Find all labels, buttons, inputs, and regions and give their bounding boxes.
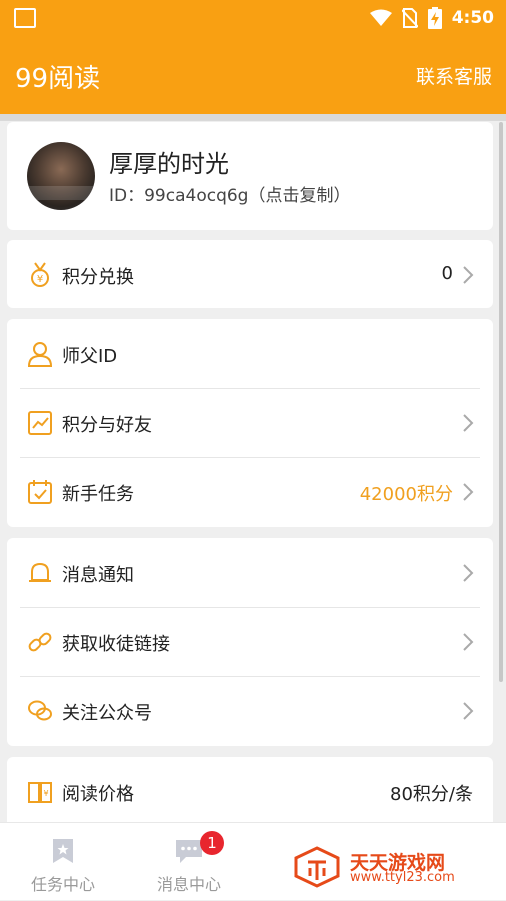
account-group-card: 师父ID 积分与好友 新手任务 42000积分 [7, 319, 493, 527]
bell-icon [29, 562, 51, 582]
scrollbar[interactable] [499, 122, 503, 682]
tab-label: 任务中心 [30, 875, 95, 894]
contact-service-button[interactable]: 联系客服 [416, 62, 492, 89]
points-exchange-value: 0 [441, 263, 453, 284]
watermark: 天天游戏网 www.ttyl23.com [294, 846, 494, 890]
read-price-value: 80积分/条 [390, 784, 473, 805]
calendar-icon [28, 480, 52, 504]
nickname: 厚厚的时光 [109, 150, 229, 178]
svg-text:¥: ¥ [37, 274, 43, 285]
chevron-right-icon [463, 414, 474, 432]
profile-card[interactable]: 厚厚的时光 ID：99ca4ocq6g（点击复制） [7, 122, 493, 230]
wifi-icon [369, 9, 392, 26]
battery-charging-icon [427, 7, 442, 29]
wechat-icon [28, 700, 52, 721]
invite-link-label: 获取收徒链接 [62, 634, 170, 655]
user-icon [27, 342, 53, 367]
chevron-right-icon [463, 483, 474, 501]
app-title: 99阅读 [15, 64, 101, 94]
chevron-right-icon [463, 564, 474, 582]
bookmark-icon [53, 839, 73, 863]
book-icon: ¥ [28, 782, 52, 803]
medal-icon: ¥ [31, 262, 49, 287]
chevron-right-icon [463, 702, 474, 720]
status-bar: 4:50 [0, 0, 506, 38]
points-friends-row[interactable]: 积分与好友 [7, 388, 493, 458]
link-icon [28, 632, 52, 652]
chart-icon [28, 411, 52, 435]
newbie-task-reward: 42000积分 [359, 484, 453, 505]
chevron-right-icon [463, 633, 474, 651]
points-friends-label: 积分与好友 [62, 415, 152, 436]
points-exchange-card: ¥ 积分兑换 0 [7, 240, 493, 308]
master-id-row[interactable]: 师父ID [7, 319, 493, 389]
invite-link-row[interactable]: 获取收徒链接 [7, 607, 493, 677]
master-id-label: 师父ID [62, 346, 118, 367]
watermark-url: www.ttyl23.com [350, 870, 455, 885]
follow-account-row[interactable]: 关注公众号 [7, 676, 493, 746]
points-exchange-row[interactable]: ¥ 积分兑换 0 [7, 240, 493, 308]
chevron-right-icon [463, 266, 474, 284]
avatar[interactable] [27, 142, 95, 210]
clock: 4:50 [451, 8, 494, 28]
newbie-task-label: 新手任务 [62, 484, 134, 505]
user-id-copy[interactable]: ID：99ca4ocq6g（点击复制） [109, 181, 350, 206]
social-group-card: 消息通知 获取收徒链接 关注公众号 [7, 538, 493, 746]
newbie-task-row[interactable]: 新手任务 42000积分 [7, 457, 493, 527]
tab-label: 消息中心 [156, 875, 221, 894]
tab-message-center[interactable]: 1 消息中心 [126, 823, 252, 901]
no-sim-icon [401, 8, 418, 28]
message-notification-row[interactable]: 消息通知 [7, 538, 493, 608]
read-price-row: ¥ 阅读价格 80积分/条 [7, 757, 493, 827]
tab-task-center[interactable]: 任务中心 [0, 823, 126, 901]
app-bar: 99阅读 联系客服 [0, 38, 506, 114]
unread-badge: 1 [200, 831, 224, 855]
points-exchange-label: 积分兑换 [62, 267, 134, 288]
svg-text:¥: ¥ [43, 789, 48, 798]
header-shadow [0, 114, 506, 121]
app-notification-icon [14, 8, 36, 28]
read-price-label: 阅读价格 [62, 784, 134, 805]
message-notification-label: 消息通知 [62, 565, 134, 586]
status-indicators: 4:50 [369, 6, 494, 30]
follow-account-label: 关注公众号 [62, 703, 152, 724]
watermark-logo-icon [294, 846, 340, 888]
